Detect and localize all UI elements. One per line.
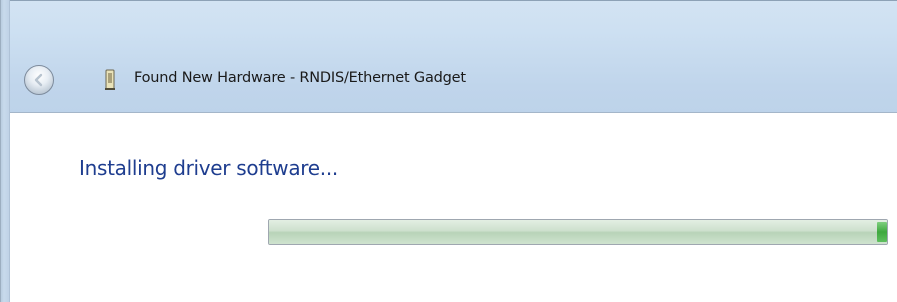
content-area [10, 113, 897, 302]
back-arrow-icon [34, 73, 43, 87]
back-button[interactable] [24, 65, 54, 95]
found-new-hardware-window: Found New Hardware - RNDIS/Ethernet Gadg… [0, 0, 897, 302]
installing-heading: Installing driver software... [79, 156, 338, 180]
title-bar: Found New Hardware - RNDIS/Ethernet Gadg… [10, 0, 897, 113]
hardware-device-icon [105, 69, 115, 90]
progress-fill [269, 220, 887, 244]
window-frame-left [0, 0, 10, 302]
window-title: Found New Hardware - RNDIS/Ethernet Gadg… [134, 70, 466, 86]
progress-bar [268, 219, 888, 245]
